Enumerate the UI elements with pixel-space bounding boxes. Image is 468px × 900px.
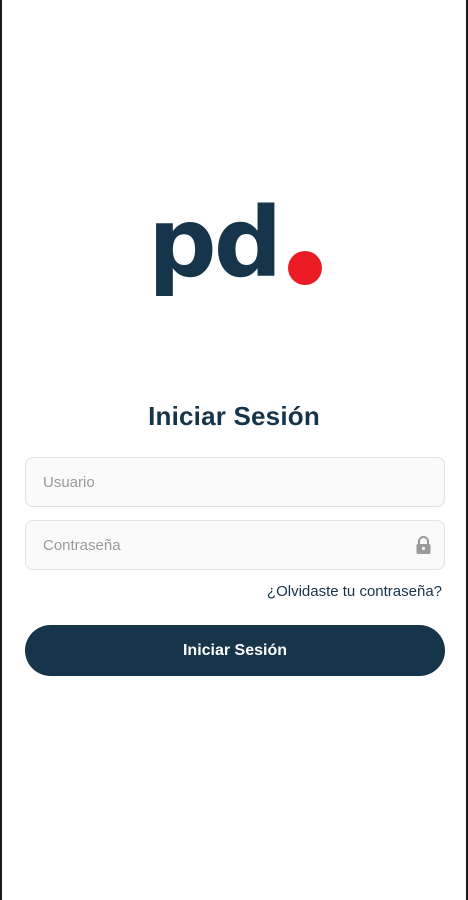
password-input[interactable] [26, 521, 444, 569]
login-button[interactable]: Iniciar Sesión [25, 625, 445, 676]
page-title: Iniciar Sesión [148, 401, 320, 431]
forgot-password-link[interactable]: ¿Olvidaste tu contraseña? [267, 582, 442, 602]
password-field[interactable] [25, 520, 445, 570]
login-screen: pd Iniciar Sesión ¿Olvidaste tu contrase… [0, 0, 468, 900]
username-field[interactable] [25, 457, 445, 507]
lock-icon [416, 536, 431, 554]
app-logo: pd [148, 195, 328, 320]
logo-dot [288, 251, 322, 285]
username-input[interactable] [26, 458, 444, 506]
logo-text: pd [148, 187, 282, 299]
